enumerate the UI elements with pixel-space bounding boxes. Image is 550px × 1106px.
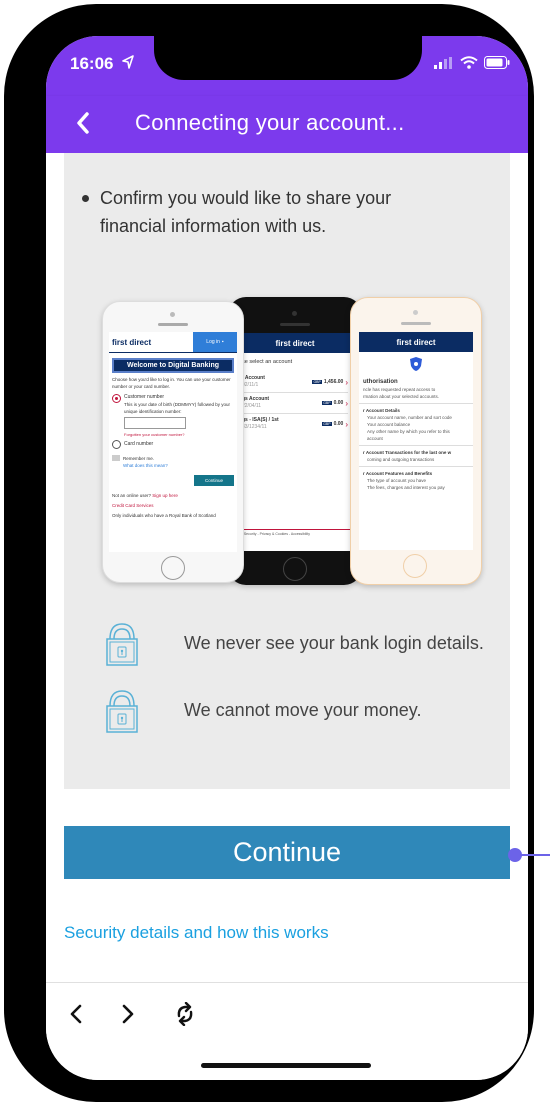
phone-home-button [403, 554, 427, 578]
browser-toolbar [46, 982, 528, 1080]
phone-speaker [280, 323, 310, 326]
wifi-icon [460, 56, 478, 74]
status-icons [434, 56, 510, 74]
location-arrow-icon [122, 55, 134, 74]
annotation-line [520, 854, 550, 856]
notice-text: We cannot move your money. [184, 700, 422, 720]
security-details-link[interactable]: Security details and how this works [64, 923, 329, 943]
shield-icon [359, 352, 473, 377]
main-content[interactable]: Confirm you would like to share your fin… [46, 153, 528, 986]
device-frame: 16:06 Connecting your account... Confirm… [4, 4, 534, 1102]
chevron-right-icon: › [345, 398, 348, 408]
account-row: gs - ISA(S) / 1st 33/1234/11 GBP 0.00 › [242, 417, 348, 430]
battery-icon [484, 56, 510, 74]
phone-camera [413, 310, 418, 315]
select-account-text: se select an account [242, 359, 293, 365]
signal-icon [434, 56, 454, 74]
chevron-left-icon [77, 112, 89, 134]
padlock-icon [106, 621, 138, 672]
phone-home-button [161, 556, 185, 580]
brand-bar: first direct [238, 333, 352, 353]
phone-screen: 16:06 Connecting your account... Confirm… [46, 36, 528, 1080]
refresh-button[interactable] [169, 998, 201, 1030]
brand-bar: first direct [359, 332, 473, 352]
phone-mockup-middle: first direct se select an account t Acco… [228, 297, 362, 585]
padlock-icon [106, 688, 138, 739]
back-button[interactable] [68, 108, 98, 138]
volume-down-button [8, 330, 14, 406]
radio-selected-icon [112, 394, 121, 403]
chevron-right-icon: › [345, 419, 348, 429]
device-notch [154, 36, 422, 80]
bullet-text: Confirm you would like to share your fin… [100, 188, 392, 236]
chevron-left-icon [70, 1004, 82, 1024]
footer-links: ts - Security - Privacy & Cookies - Acce… [238, 529, 352, 536]
notice-no-move: We cannot move your money. [106, 688, 421, 739]
lock-icon: ▪ [221, 339, 224, 345]
phone-mockup-right: first direct uthorisation ncle has reque… [350, 297, 482, 585]
phone-camera [170, 312, 175, 317]
account-row: gs Account 22/04/11 GBP 0.00 › [242, 393, 348, 414]
phone-home-button [283, 557, 307, 581]
continue-button[interactable]: Continue [64, 826, 510, 879]
account-row: t Account 02/11/1 GBP 1,456.00 › [242, 372, 348, 393]
toggle-icon [112, 455, 120, 461]
phone-camera [292, 311, 297, 316]
notice-text: We never see your bank login details. [184, 633, 484, 653]
home-indicator[interactable] [201, 1063, 371, 1068]
mute-switch [8, 152, 14, 192]
phones-illustration: first direct se select an account t Acco… [102, 297, 482, 585]
refresh-icon [177, 1002, 193, 1026]
nav-forward-button[interactable] [112, 998, 144, 1030]
phone-speaker [158, 323, 188, 326]
bullet-item: Confirm you would like to share your fin… [82, 184, 460, 240]
info-panel: Confirm you would like to share your fin… [64, 153, 510, 789]
nav-back-button[interactable] [60, 998, 92, 1030]
app-header: Connecting your account... [46, 96, 528, 153]
radio-icon [112, 440, 121, 449]
phone-mockup-left: first direct Log in ▪ Welcome to Digital … [102, 301, 244, 583]
bullet-dot [82, 195, 89, 202]
chevron-right-icon [122, 1004, 134, 1024]
volume-up-button [8, 232, 14, 308]
notice-no-login: We never see your bank login details. [106, 621, 484, 672]
page-title: Connecting your account... [135, 110, 405, 135]
status-time: 16:06 [70, 54, 114, 73]
brand-header: first direct Log in ▪ [109, 332, 237, 353]
chevron-right-icon: › [345, 377, 348, 387]
phone-speaker [401, 322, 431, 325]
